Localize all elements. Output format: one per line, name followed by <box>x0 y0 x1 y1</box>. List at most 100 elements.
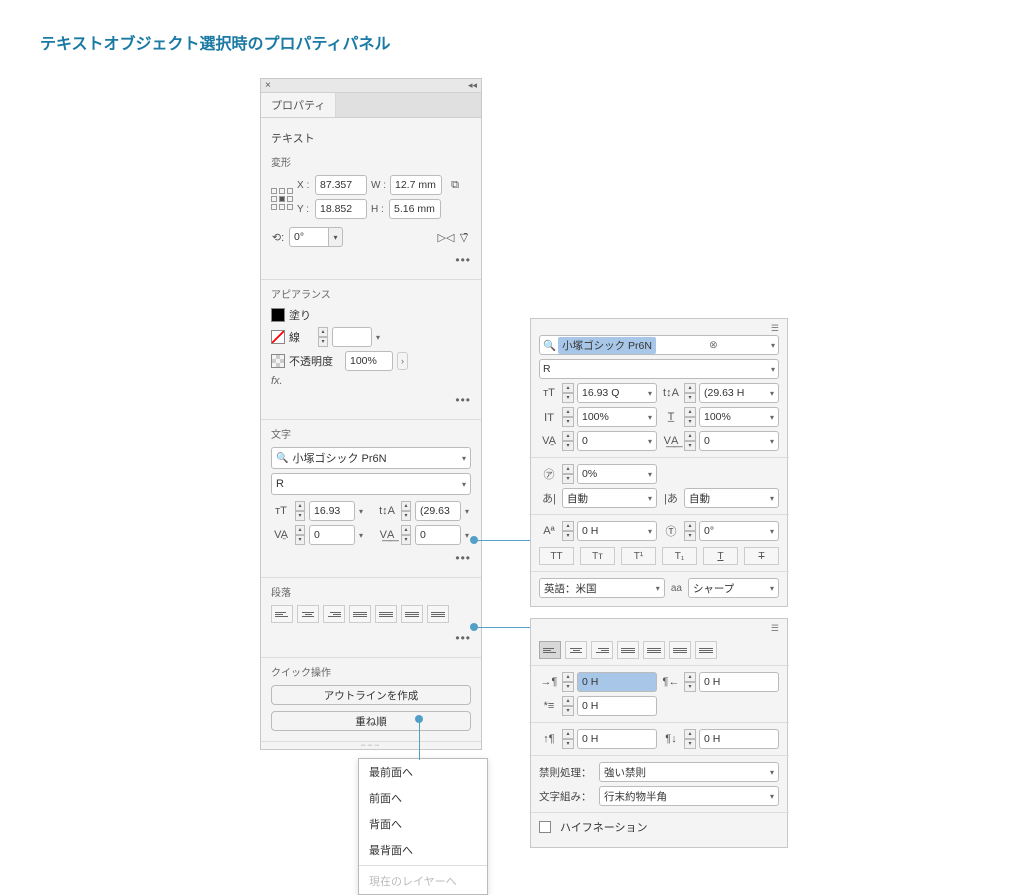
fx-label[interactable]: fx. <box>271 375 283 387</box>
char-font-style-input[interactable]: R▾ <box>539 359 779 379</box>
flip-horizontal-icon[interactable]: ▷◁ <box>439 230 453 244</box>
space-before-input[interactable]: 0 H <box>577 729 657 749</box>
arrange-button[interactable]: 重ね順 <box>271 711 471 731</box>
char-hscale-input[interactable]: 100%▾ <box>577 407 657 427</box>
fill-swatch[interactable] <box>271 308 285 322</box>
leading-stepper[interactable]: ▴▾ <box>401 501 411 521</box>
indent-left-stepper[interactable]: ▴▾ <box>562 672 574 692</box>
opacity-swatch[interactable] <box>271 354 285 368</box>
flip-vertical-icon[interactable]: ▽̄ <box>457 230 471 244</box>
leading-input[interactable]: (29.63 <box>415 501 461 521</box>
transform-more-icon[interactable]: ••• <box>271 251 471 273</box>
mojikumi-select[interactable]: 行末約物半角▾ <box>599 786 779 806</box>
input-rotate[interactable]: 0° <box>289 227 329 247</box>
stroke-weight-input[interactable] <box>332 327 372 347</box>
opacity-popup-icon[interactable]: › <box>397 352 408 370</box>
input-x[interactable]: 87.357 <box>315 175 367 195</box>
char-panel-menu-icon[interactable]: ☰ <box>771 323 779 335</box>
char-aki-before-input[interactable]: 自動▾ <box>562 488 657 508</box>
para-justify-center-button[interactable] <box>643 641 665 659</box>
align-left-button[interactable] <box>271 605 293 623</box>
indent-left-input[interactable]: 0 H <box>577 672 657 692</box>
space-before-stepper[interactable]: ▴▾ <box>562 729 574 749</box>
appearance-more-icon[interactable]: ••• <box>271 391 471 413</box>
char-baseline-input[interactable]: 0 H▾ <box>577 521 657 541</box>
char-kerning-stepper[interactable]: ▴▾ <box>562 431 574 451</box>
arrange-bring-to-front[interactable]: 最前面へ <box>359 759 487 785</box>
font-family-input[interactable]: 🔍 小塚ゴシック Pr6N ▾ <box>271 447 471 469</box>
reference-point-icon[interactable] <box>271 188 293 210</box>
indent-right-stepper[interactable]: ▴▾ <box>684 672 696 692</box>
strikethrough-button[interactable]: T <box>744 547 779 565</box>
align-center-button[interactable] <box>297 605 319 623</box>
char-vscale-input[interactable]: 100%▾ <box>699 407 779 427</box>
arrange-send-to-back[interactable]: 最背面へ <box>359 837 487 863</box>
char-tsume-input[interactable]: 0%▾ <box>577 464 657 484</box>
opacity-input[interactable]: 100% <box>345 351 393 371</box>
char-leading-input[interactable]: (29.63 H▾ <box>699 383 779 403</box>
font-size-stepper[interactable]: ▴▾ <box>295 501 305 521</box>
hyphenation-checkbox[interactable] <box>539 821 551 833</box>
stroke-weight-stepper[interactable]: ▴▾ <box>318 327 328 347</box>
paragraph-more-icon[interactable]: ••• <box>271 629 471 651</box>
small-caps-button[interactable]: Tᴛ <box>580 547 615 565</box>
tab-properties[interactable]: プロパティ <box>261 93 336 117</box>
indent-first-input[interactable]: 0 H <box>577 696 657 716</box>
tracking-input[interactable]: 0 <box>415 525 461 545</box>
arrange-bring-forward[interactable]: 前面へ <box>359 785 487 811</box>
char-aki-after-input[interactable]: 自動▾ <box>684 488 779 508</box>
stroke-swatch[interactable] <box>271 330 285 344</box>
align-right-button[interactable] <box>323 605 345 623</box>
create-outlines-button[interactable]: アウトラインを作成 <box>271 685 471 705</box>
para-align-right-button[interactable] <box>591 641 613 659</box>
input-y[interactable]: 18.852 <box>315 199 367 219</box>
char-font-family-input[interactable]: 🔍 小塚ゴシック Pr6N ⊗ ▾ <box>539 335 779 355</box>
kinsoku-select[interactable]: 強い禁則▾ <box>599 762 779 782</box>
char-size-input[interactable]: 16.93 Q▾ <box>577 383 657 403</box>
collapse-icon[interactable]: ◂◂ <box>468 80 477 91</box>
clear-icon[interactable]: ⊗ <box>709 339 718 351</box>
char-rotation-input[interactable]: 0°▾ <box>699 521 779 541</box>
align-justify-all-button[interactable] <box>427 605 449 623</box>
char-tsume-stepper[interactable]: ▴▾ <box>562 464 574 484</box>
font-style-input[interactable]: R ▾ <box>271 473 471 495</box>
char-kerning-input[interactable]: 0▾ <box>577 431 657 451</box>
character-more-icon[interactable]: ••• <box>271 549 471 571</box>
panel-titlebar[interactable]: × ◂◂ <box>261 79 481 93</box>
char-vscale-stepper[interactable]: ▴▾ <box>684 407 696 427</box>
para-align-left-button[interactable] <box>539 641 561 659</box>
close-icon[interactable]: × <box>265 80 271 91</box>
para-align-center-button[interactable] <box>565 641 587 659</box>
para-justify-all-button[interactable] <box>695 641 717 659</box>
subscript-button[interactable]: T₁ <box>662 547 697 565</box>
align-justify-left-button[interactable] <box>349 605 371 623</box>
link-wh-icon[interactable]: ⧉ <box>448 178 462 192</box>
all-caps-button[interactable]: TT <box>539 547 574 565</box>
underline-button[interactable]: T <box>703 547 738 565</box>
char-hscale-stepper[interactable]: ▴▾ <box>562 407 574 427</box>
kerning-stepper[interactable]: ▴▾ <box>295 525 305 545</box>
font-size-input[interactable]: 16.93 <box>309 501 355 521</box>
char-baseline-stepper[interactable]: ▴▾ <box>562 521 574 541</box>
language-select[interactable]: 英語：米国▾ <box>539 578 665 598</box>
arrange-send-backward[interactable]: 背面へ <box>359 811 487 837</box>
space-after-stepper[interactable]: ▴▾ <box>684 729 696 749</box>
antialias-select[interactable]: シャープ▾ <box>688 578 779 598</box>
char-tracking-stepper[interactable]: ▴▾ <box>684 431 696 451</box>
superscript-button[interactable]: T¹ <box>621 547 656 565</box>
panel-gripper[interactable]: ┉┉┉ <box>261 741 481 749</box>
input-h[interactable]: 5.16 mm <box>389 199 441 219</box>
para-justify-right-button[interactable] <box>669 641 691 659</box>
align-justify-center-button[interactable] <box>375 605 397 623</box>
para-panel-menu-icon[interactable]: ☰ <box>771 623 779 635</box>
char-size-stepper[interactable]: ▴▾ <box>562 383 574 403</box>
rotate-dropdown[interactable]: ▾ <box>329 227 343 247</box>
para-justify-left-button[interactable] <box>617 641 639 659</box>
indent-first-stepper[interactable]: ▴▾ <box>562 696 574 716</box>
indent-right-input[interactable]: 0 H <box>699 672 779 692</box>
input-w[interactable]: 12.7 mm <box>390 175 442 195</box>
char-tracking-input[interactable]: 0▾ <box>699 431 779 451</box>
char-rotation-stepper[interactable]: ▴▾ <box>684 521 696 541</box>
align-justify-right-button[interactable] <box>401 605 423 623</box>
kerning-input[interactable]: 0 <box>309 525 355 545</box>
